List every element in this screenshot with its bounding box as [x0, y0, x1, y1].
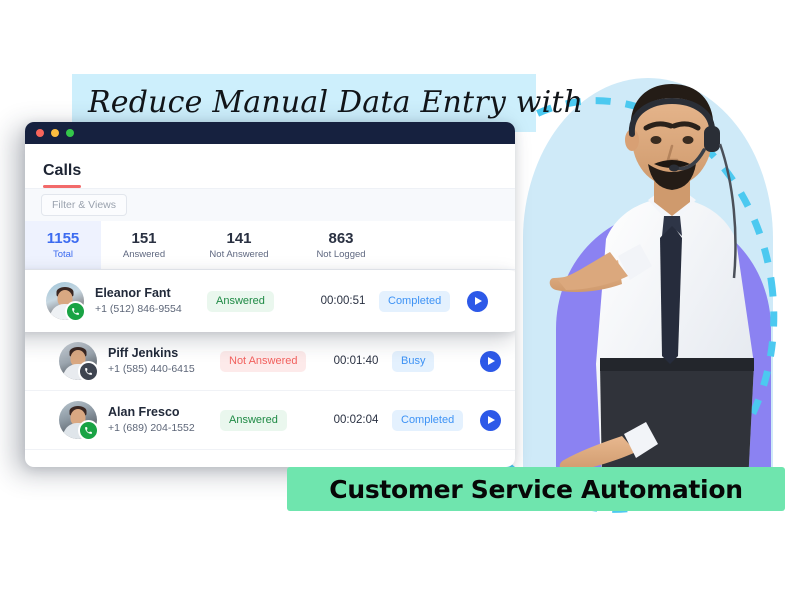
call-duration: 00:01:40	[333, 355, 379, 367]
stat-answered-value: 151	[131, 230, 157, 248]
call-duration: 00:00:51	[320, 295, 366, 307]
play-icon[interactable]	[467, 290, 488, 312]
call-direction-icon	[78, 361, 99, 382]
tab-calls[interactable]: Calls	[43, 162, 82, 188]
stat-not-answered-label: Not Answered	[209, 248, 269, 260]
avatar	[59, 342, 99, 382]
stat-not-logged[interactable]: 863 Not Logged	[291, 221, 391, 269]
call-stats-row: 1155 Total 151 Answered 141 Not Answered…	[25, 221, 515, 270]
status-badge: Answered	[207, 290, 274, 312]
avatar	[59, 401, 99, 441]
table-row[interactable]: Eleanor Fant +1 (512) 846-9554 Answered …	[25, 270, 515, 332]
play-icon[interactable]	[480, 350, 501, 372]
caller-phone: +1 (585) 440-6415	[108, 362, 195, 375]
agent-photo	[549, 84, 754, 484]
caller-phone: +1 (512) 846-9554	[95, 302, 182, 315]
stat-not-logged-value: 863	[328, 230, 354, 248]
close-window-icon[interactable]	[36, 129, 44, 137]
call-list: Piff Jenkins +1 (585) 440-6415 Not Answe…	[25, 270, 515, 450]
stat-not-answered-value: 141	[226, 230, 252, 248]
caller-name: Alan Fresco	[108, 405, 180, 420]
calls-app-window: Calls Filter & Views 1155 Total 151 Answ…	[25, 122, 515, 467]
tab-active-underline	[43, 185, 82, 188]
stat-answered[interactable]: 151 Answered	[101, 221, 187, 269]
play-icon[interactable]	[480, 409, 501, 431]
stat-total-label: Total	[52, 248, 74, 260]
result-badge: Completed	[392, 409, 464, 431]
filter-and-views-button[interactable]: Filter & Views	[41, 193, 127, 217]
banner-customer-service-automation: Customer Service Automation	[287, 467, 785, 511]
table-row[interactable]: Piff Jenkins +1 (585) 440-6415 Not Answe…	[25, 332, 515, 391]
tab-bar: Calls	[25, 144, 515, 188]
stat-total[interactable]: 1155 Total	[25, 221, 101, 269]
maximize-window-icon[interactable]	[66, 129, 74, 137]
toolbar: Filter & Views	[25, 188, 515, 221]
stat-total-value: 1155	[46, 230, 80, 248]
stat-not-logged-label: Not Logged	[316, 248, 366, 260]
call-direction-icon	[65, 301, 86, 322]
caller-name: Eleanor Fant	[95, 286, 171, 301]
tab-calls-label: Calls	[43, 162, 82, 179]
result-badge: Completed	[379, 290, 451, 312]
caller-name: Piff Jenkins	[108, 346, 179, 361]
headline-top: Reduce Manual Data Entry with	[88, 85, 584, 120]
table-row[interactable]: Alan Fresco +1 (689) 204-1552 Answered 0…	[25, 391, 515, 450]
minimize-window-icon[interactable]	[51, 129, 59, 137]
call-direction-icon	[78, 420, 99, 441]
promo-graphic: Reduce Manual Data Entry with Calls Filt…	[0, 0, 800, 600]
headline-bottom: Customer Service Automation	[329, 474, 743, 504]
call-duration: 00:02:04	[333, 414, 379, 426]
avatar	[46, 282, 86, 322]
result-badge: Busy	[392, 350, 435, 372]
stat-not-answered[interactable]: 141 Not Answered	[187, 221, 291, 269]
caller-phone: +1 (689) 204-1552	[108, 421, 195, 434]
status-badge: Answered	[220, 409, 287, 431]
status-badge: Not Answered	[220, 350, 307, 372]
stat-answered-label: Answered	[122, 248, 166, 260]
